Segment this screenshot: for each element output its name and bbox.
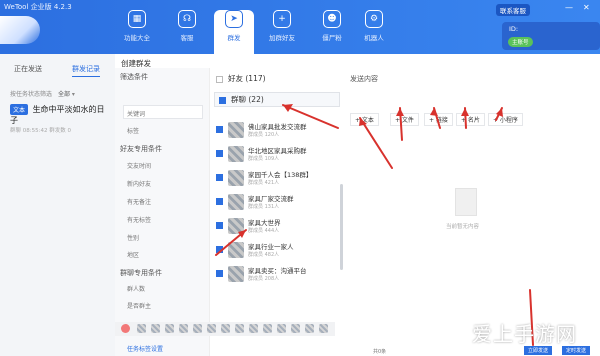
arrow-groups xyxy=(282,104,339,129)
annotation-arrows xyxy=(215,104,534,346)
arrow-text xyxy=(359,117,393,169)
watermark: 爱上手游网 xyxy=(472,322,577,346)
